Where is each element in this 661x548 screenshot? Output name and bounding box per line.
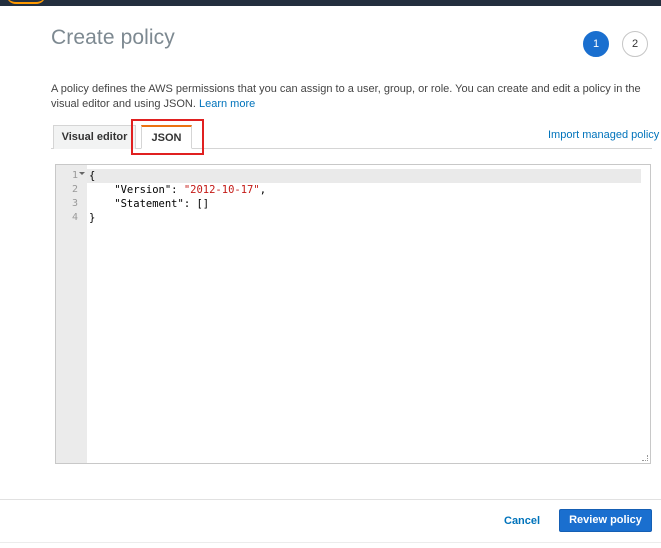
line-number: 4 [71,212,78,223]
code-line[interactable]: { [89,169,95,183]
code-token: { [89,170,96,182]
tab-visual-editor[interactable]: Visual editor [53,125,136,149]
policy-description: A policy defines the AWS permissions tha… [51,82,651,112]
bottom-divider [0,542,661,543]
code-key: "Version": [89,184,184,196]
code-punctuation: , [259,184,267,196]
page-title: Create policy [51,26,175,49]
cancel-button[interactable]: Cancel [504,515,540,527]
code-string-value: "2012-10-17" [183,184,260,196]
step-indicator-1: 1 [583,31,609,57]
code-array-value: [] [196,198,210,210]
editor-gutter: 1 2 3 4 [56,165,87,463]
code-line[interactable]: "Version": "2012-10-17", [89,183,266,197]
import-managed-policy-link[interactable]: Import managed policy [548,129,659,141]
resize-grip-icon[interactable] [642,455,648,461]
code-line[interactable]: } [89,211,95,225]
fold-arrow-icon[interactable] [79,172,85,175]
tab-json[interactable]: JSON [141,125,192,149]
aws-logo-icon[interactable] [6,0,46,4]
code-token: } [89,212,96,224]
line-number: 1 [71,170,78,181]
line-number: 3 [71,198,78,209]
top-navigation-bar [0,0,661,6]
footer-divider [0,499,661,500]
learn-more-link[interactable]: Learn more [199,98,255,110]
code-key: "Statement": [89,198,197,210]
description-text: A policy defines the AWS permissions tha… [51,83,641,110]
review-policy-button[interactable]: Review policy [559,509,652,532]
code-line[interactable]: "Statement": [] [89,197,209,211]
line-number: 2 [71,184,78,195]
step-indicator-2: 2 [622,31,648,57]
active-line-highlight [87,169,641,183]
json-policy-editor[interactable]: 1 2 3 4 { "Version": "2012-10-17", "Stat… [55,164,651,464]
